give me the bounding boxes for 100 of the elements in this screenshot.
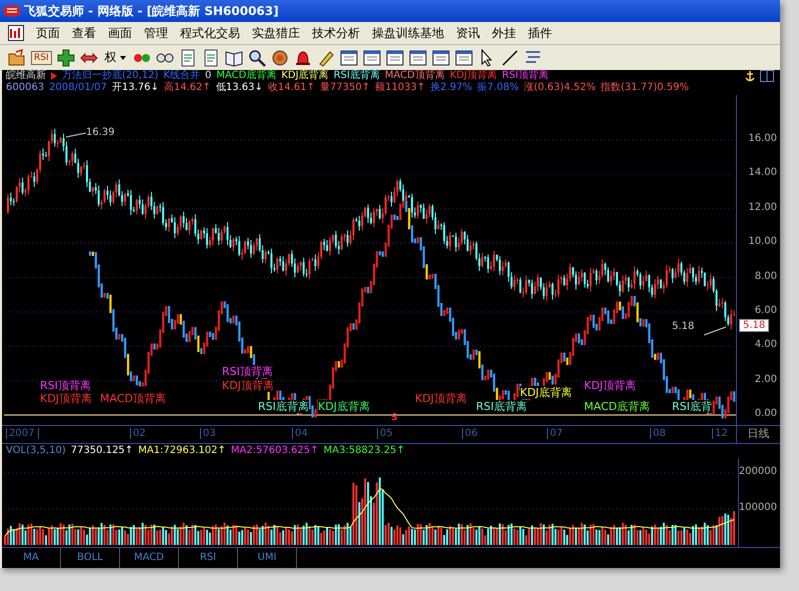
quote-value: 量77350↑ [320,82,370,94]
window-icon[interactable] [432,48,450,66]
indicator-tab[interactable]: UMI [238,548,297,568]
date-axis-label: 02 [130,428,146,439]
volume-axis-label: 100000 [738,502,777,513]
signal-legend: KDJ底背离 [281,70,329,82]
price-axis-label: 12.00 [748,202,777,213]
quote-value: 换2.97% [430,82,472,94]
divergence-label: MACD底背离 [584,400,650,413]
indicator-tab[interactable]: BOLL [61,548,120,568]
document-icon[interactable] [178,48,197,66]
coin-icon[interactable] [270,48,289,66]
anchor-icon[interactable] [745,70,755,82]
quote-value: 开13.76↓ [112,82,159,94]
price-axis-label: 14.00 [748,167,777,178]
signal-legend: MACD顶背离 [384,70,445,82]
app-icon [4,5,20,17]
signal-legend: RSI顶背离 [502,70,548,82]
indicator-tab[interactable]: MACD [120,548,179,568]
search-icon[interactable] [248,48,266,66]
rights-dropdown[interactable]: 权 [102,49,128,66]
divergence-label: RSI底背离 [476,400,527,413]
divergence-label: RSI顶背离 [40,379,91,392]
date-axis-label: 08 [650,428,666,439]
chart-icon[interactable] [8,25,24,41]
volume-axis-label: 200000 [738,466,777,477]
quote-value: 涨(0.63)4.52% [524,82,596,94]
window-title: 飞狐交易师 - 网络版 - [皖维高新 SH600063] [24,2,279,20]
quote-value: 高14.62↑ [164,82,211,94]
menu-item[interactable]: 查看 [66,24,102,42]
quote-value: 收14.61↑ [268,82,315,94]
volume-legend: 77350.125↑ [70,444,134,458]
menu-item[interactable]: 操盘训练基地 [366,24,450,42]
window-icon[interactable] [386,48,404,66]
menu-item[interactable]: 程式化交易 [174,24,246,42]
merge-value: 0 [205,70,212,82]
date-axis-label: 2007 [6,428,40,439]
period-label[interactable]: 日线 [748,427,770,440]
peak-price-label: 16.39 [86,127,115,138]
window-icon[interactable] [340,48,358,66]
current-price-badge: 5.18 [739,319,770,332]
document-icon[interactable] [202,48,220,66]
menu-item[interactable]: 技术分析 [306,24,366,42]
caret-icon [120,56,126,60]
quote-value: 2008/01/07 [49,82,107,94]
quote-value: 低13.63↓ [216,82,263,94]
stock-name: 皖维高新 [6,70,46,82]
price-axis-label: 4.00 [754,339,777,350]
divergence-label: KDJ顶背离 [415,392,467,405]
quote-value: 额11033↑ [375,82,426,94]
volume-legend: MA3:58823.25↑ [324,444,405,458]
date-axis-label: 06 [462,428,478,439]
price-axis-label: 6.00 [754,304,777,316]
formula-name: 万法归一抄底(20,12) [62,70,158,82]
quote-value: 指数(31.77)0.59% [600,82,689,94]
price-axis-label: 0.00 [754,408,777,419]
price-axis-label: 8.00 [754,270,777,282]
date-axis-label: 04 [292,428,308,439]
indicator-tab[interactable]: MA [2,548,61,568]
menu-item[interactable]: 插件 [522,24,558,42]
folder-icon[interactable] [8,48,26,66]
book-icon[interactable] [224,48,243,66]
pen-icon[interactable] [316,48,335,66]
indicator-button[interactable]: RSI [31,50,52,64]
signal-legend: RSI底背离 [334,70,380,82]
date-axis-label: 12 [712,428,728,439]
indicator-tab[interactable]: RSI [179,548,238,568]
price-axis-label: 10.00 [748,236,777,248]
quote-value: 600063 [6,82,44,94]
date-axis-label: 07 [547,428,563,439]
volume-legend: MA2:57603.625↑ [230,444,318,458]
menu-item[interactable]: 画面 [102,24,138,42]
menu-item[interactable]: 管理 [138,24,174,42]
divergence-label: KDJ底背离 [318,400,370,413]
sell-marker: S [391,413,398,423]
date-axis-label: 05 [377,428,393,439]
line-icon[interactable] [500,48,519,66]
signal-legend: MACD底背离 [216,70,276,82]
menu-item[interactable]: 资讯 [450,24,486,42]
menu-item[interactable]: 外挂 [486,24,522,42]
bell-icon[interactable] [294,48,312,66]
plus-icon[interactable] [56,48,75,66]
menu-item[interactable]: 实盘猎庄 [246,24,306,42]
window-icon[interactable] [408,48,427,66]
window-icon[interactable] [760,70,774,82]
window-icon[interactable] [362,48,381,66]
menu-item[interactable]: 页面 [30,24,66,42]
volume-legend: VOL(3,5,10) [6,444,66,458]
merge-label: K线合并 [163,70,200,82]
divergence-label: RSI底背 [672,400,712,413]
divergence-label: KDJ顶背离 [40,392,92,405]
divergence-label: KDJ顶背离 [584,379,636,392]
divergence-label: RSI顶背离 [222,365,273,378]
signal-legend: KDJ顶背离 [450,70,498,82]
last-price-label: 5.18 [672,321,694,332]
date-axis-label: 03 [200,428,216,439]
divergence-label: MACD顶背离 [100,392,166,405]
window-icon[interactable] [454,48,473,66]
divergence-label: KDJ顶背离 [222,379,274,392]
divergence-label: RSI底背离 [258,400,309,413]
